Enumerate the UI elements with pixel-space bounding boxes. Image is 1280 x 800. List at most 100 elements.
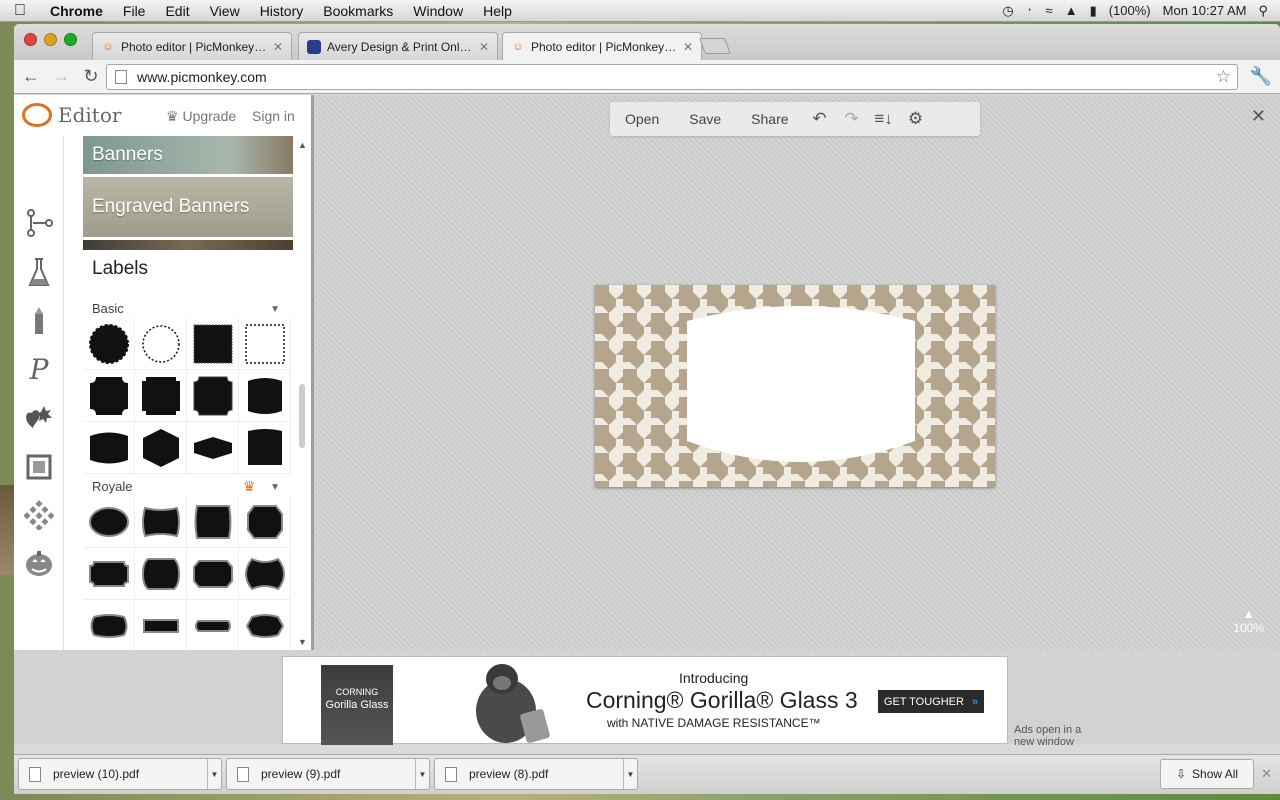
show-all-downloads-button[interactable]: ⇩ Show All xyxy=(1160,759,1254,789)
tab-picmonkey-2[interactable]: ☺ Photo editor | PicMonkey: Fr ✕ xyxy=(502,32,702,60)
label-shape-fancy-2[interactable] xyxy=(135,370,187,422)
label-shape-tag-2[interactable] xyxy=(187,422,239,474)
royale-shape-6[interactable] xyxy=(135,548,187,600)
menu-view[interactable]: View xyxy=(200,3,250,19)
battery-icon[interactable]: ▮ xyxy=(1090,3,1097,19)
spotlight-icon[interactable]: ⚲ xyxy=(1258,3,1268,19)
royale-shape-11[interactable] xyxy=(187,600,239,650)
label-shape-hexagon[interactable] xyxy=(135,422,187,474)
menubar-clock[interactable]: Mon 10:27 AM xyxy=(1163,3,1247,18)
scroll-thumb[interactable] xyxy=(299,384,305,448)
tab-close-icon[interactable]: ✕ xyxy=(683,40,693,54)
label-canvas-image[interactable] xyxy=(595,285,995,487)
textures-icon[interactable] xyxy=(24,500,54,530)
tab-close-icon[interactable]: ✕ xyxy=(273,40,283,54)
menu-bookmarks[interactable]: Bookmarks xyxy=(313,3,403,19)
royale-shape-5[interactable] xyxy=(83,548,135,600)
tab-picmonkey-1[interactable]: ☺ Photo editor | PicMonkey: Fr ✕ xyxy=(92,32,292,60)
chevron-up-icon[interactable]: ▲ xyxy=(1233,607,1264,621)
label-shape-shield[interactable] xyxy=(239,422,291,474)
royale-shape-10[interactable] xyxy=(135,600,187,650)
bluetooth-icon[interactable]: ᛫ xyxy=(1026,3,1034,18)
royale-shape-1[interactable] xyxy=(83,496,135,548)
chevron-down-icon[interactable]: ▼ xyxy=(207,759,221,789)
label-shape-fancy-1[interactable] xyxy=(83,370,135,422)
menu-edit[interactable]: Edit xyxy=(155,3,199,19)
royale-shape-2[interactable] xyxy=(135,496,187,548)
tab-close-icon[interactable]: ✕ xyxy=(479,40,489,54)
open-button[interactable]: Open xyxy=(610,111,674,127)
frames-icon[interactable] xyxy=(24,452,54,482)
royale-shape-4[interactable] xyxy=(239,496,291,548)
close-shelf-icon[interactable]: ✕ xyxy=(1261,766,1272,782)
advertisement-banner[interactable]: CORNING Gorilla Glass Introducing Cornin… xyxy=(282,656,1008,745)
panel-scrollbar[interactable]: ▲ ▼ xyxy=(295,136,309,650)
download-item[interactable]: preview (10).pdf ▼ xyxy=(18,758,222,790)
forward-icon[interactable]: → xyxy=(48,64,74,90)
redo-icon[interactable]: ↷ xyxy=(836,109,868,129)
wrench-icon[interactable]: 🔧 xyxy=(1250,66,1272,87)
volume-icon[interactable]: ▲ xyxy=(1065,3,1078,18)
overlays-icon[interactable] xyxy=(24,402,54,432)
label-shape-dotted-square[interactable] xyxy=(239,318,291,370)
menu-history[interactable]: History xyxy=(250,3,314,19)
label-shape-tag-1[interactable] xyxy=(83,422,135,474)
get-tougher-button[interactable]: GET TOUGHER » xyxy=(878,690,984,713)
star-icon[interactable]: ☆ xyxy=(1216,67,1231,87)
royale-shape-9[interactable] xyxy=(83,600,135,650)
scroll-up-arrow[interactable]: ▲ xyxy=(298,140,307,150)
text-icon[interactable]: P xyxy=(24,353,54,386)
chevron-down-icon[interactable]: ▼ xyxy=(623,759,637,789)
picmonkey-logo[interactable]: Editor xyxy=(22,103,121,127)
label-shape-square[interactable] xyxy=(187,318,239,370)
effects-icon[interactable] xyxy=(24,258,54,288)
label-shape-scallop-circle[interactable] xyxy=(83,318,135,370)
time-machine-icon[interactable]: ◷ xyxy=(1002,3,1013,19)
basic-category-label[interactable]: Basic xyxy=(92,301,124,316)
themes-icon[interactable] xyxy=(24,548,54,578)
touch-up-icon[interactable] xyxy=(24,306,54,336)
layers-icon[interactable]: ≡↓ xyxy=(868,109,900,129)
save-button[interactable]: Save xyxy=(674,111,736,127)
address-bar[interactable]: www.picmonkey.com ☆ xyxy=(106,64,1238,90)
upgrade-link[interactable]: ♛ Upgrade xyxy=(166,108,236,125)
menu-help[interactable]: Help xyxy=(473,3,522,19)
chevron-down-icon[interactable]: ▼ xyxy=(270,482,280,493)
engraved-banners-category[interactable]: Engraved Banners xyxy=(83,177,293,237)
basic-edits-icon[interactable] xyxy=(24,208,54,238)
label-shape-fancy-4[interactable] xyxy=(239,370,291,422)
window-zoom-button[interactable] xyxy=(64,33,77,46)
window-close-button[interactable] xyxy=(24,33,37,46)
royale-shape-12[interactable] xyxy=(239,600,291,650)
zoom-control[interactable]: ▲ 100% xyxy=(1233,607,1264,635)
download-item[interactable]: preview (9).pdf ▼ xyxy=(226,758,430,790)
url-text[interactable]: www.picmonkey.com xyxy=(137,69,267,85)
royale-shape-7[interactable] xyxy=(187,548,239,600)
menu-app-chrome[interactable]: Chrome xyxy=(40,3,113,19)
back-icon[interactable]: ← xyxy=(18,64,44,90)
close-icon[interactable]: ✕ xyxy=(1251,106,1266,127)
royale-shape-3[interactable] xyxy=(187,496,239,548)
new-tab-button[interactable] xyxy=(699,38,731,54)
undo-icon[interactable]: ↶ xyxy=(804,109,836,129)
banners-category[interactable]: Banners xyxy=(83,136,293,174)
royale-category-label[interactable]: Royale xyxy=(92,479,132,494)
royale-shape-8[interactable] xyxy=(239,548,291,600)
wifi-icon[interactable]: ≈ xyxy=(1046,3,1053,18)
menu-window[interactable]: Window xyxy=(403,3,473,19)
reload-icon[interactable]: ↻ xyxy=(78,64,104,90)
ad-intro: Introducing xyxy=(679,670,749,686)
tab-avery[interactable]: Avery Design & Print Online ✕ xyxy=(298,32,498,60)
chevron-down-icon[interactable]: ▼ xyxy=(415,759,429,789)
apple-icon[interactable]:  xyxy=(0,2,40,20)
settings-icon[interactable]: ⚙ xyxy=(900,109,932,129)
menu-file[interactable]: File xyxy=(113,3,156,19)
window-minimize-button[interactable] xyxy=(44,33,57,46)
share-button[interactable]: Share xyxy=(736,111,803,127)
label-shape-dotted-circle[interactable] xyxy=(135,318,187,370)
label-shape-fancy-3[interactable] xyxy=(187,370,239,422)
chevron-down-icon[interactable]: ▼ xyxy=(270,304,280,315)
sign-in-link[interactable]: Sign in xyxy=(252,108,295,124)
download-item[interactable]: preview (8).pdf ▼ xyxy=(434,758,638,790)
scroll-down-arrow[interactable]: ▼ xyxy=(298,637,307,647)
